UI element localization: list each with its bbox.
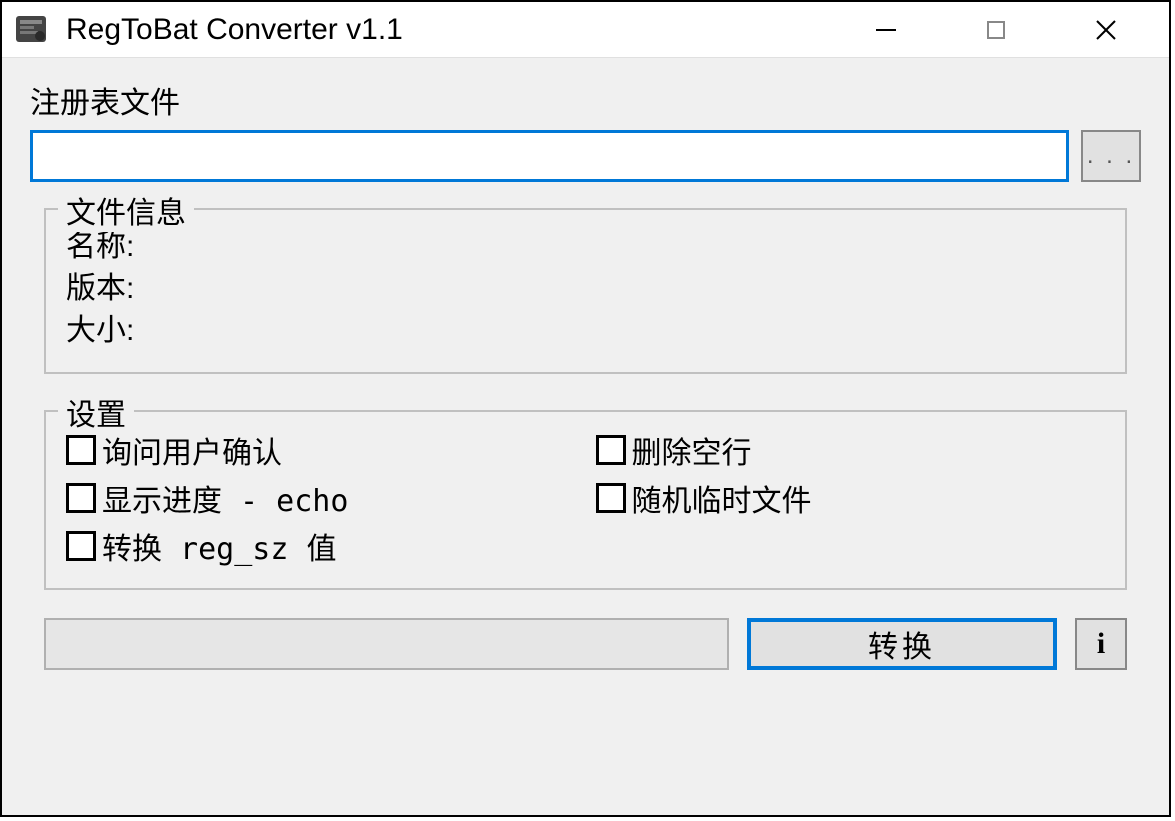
minimize-button[interactable] <box>831 2 941 58</box>
checkbox-delete-blank[interactable]: 删除空行 <box>596 428 1106 472</box>
file-row: . . . <box>30 130 1141 182</box>
app-icon <box>14 12 50 48</box>
checkbox-icon <box>596 435 626 465</box>
fileinfo-size-label: 大小: <box>66 314 134 347</box>
bottom-row: 转换 i <box>44 618 1127 670</box>
checkbox-icon <box>66 531 96 561</box>
window-controls <box>831 2 1161 58</box>
browse-button[interactable]: . . . <box>1081 130 1141 182</box>
fileinfo-size: 大小: <box>66 310 1105 352</box>
checkbox-ask-confirm[interactable]: 询问用户确认 <box>66 428 576 472</box>
fileinfo-version: 版本: <box>66 268 1105 310</box>
client-area: 注册表文件 . . . 文件信息 名称: 版本: 大小: 设置 <box>2 58 1169 690</box>
fileinfo-group: 文件信息 名称: 版本: 大小: <box>44 208 1127 374</box>
checkbox-label: 询问用户确认 <box>102 428 282 472</box>
window: RegToBat Converter v1.1 注册表文件 . . . 文件信息… <box>0 0 1171 817</box>
checkbox-label: 显示进度 - echo <box>102 476 348 520</box>
settings-grid: 询问用户确认 删除空行 显示进度 - echo 随机临时文件 转换 reg_sz… <box>66 428 1105 568</box>
checkbox-convert-regsz[interactable]: 转换 reg_sz 值 <box>66 524 576 568</box>
checkbox-icon <box>66 483 96 513</box>
file-label: 注册表文件 <box>30 78 1141 122</box>
file-input[interactable] <box>30 130 1069 182</box>
checkbox-icon <box>596 483 626 513</box>
fileinfo-name: 名称: <box>66 226 1105 268</box>
window-title: RegToBat Converter v1.1 <box>66 13 831 47</box>
checkbox-icon <box>66 435 96 465</box>
checkbox-show-echo[interactable]: 显示进度 - echo <box>66 476 576 520</box>
maximize-button[interactable] <box>941 2 1051 58</box>
fileinfo-version-label: 版本: <box>66 272 134 305</box>
convert-button[interactable]: 转换 <box>747 618 1057 670</box>
titlebar: RegToBat Converter v1.1 <box>2 2 1169 58</box>
checkbox-label: 随机临时文件 <box>632 476 812 520</box>
settings-group: 设置 询问用户确认 删除空行 显示进度 - echo 随机临时文件 <box>44 410 1127 590</box>
checkbox-label: 删除空行 <box>632 428 752 472</box>
info-button[interactable]: i <box>1075 618 1127 670</box>
fileinfo-name-label: 名称: <box>66 230 134 263</box>
close-button[interactable] <box>1051 2 1161 58</box>
checkbox-label: 转换 reg_sz 值 <box>102 524 337 568</box>
fileinfo-group-title: 文件信息 <box>58 188 194 232</box>
checkbox-random-temp[interactable]: 随机临时文件 <box>596 476 1106 520</box>
settings-group-title: 设置 <box>58 390 134 434</box>
progress-bar <box>44 618 729 670</box>
